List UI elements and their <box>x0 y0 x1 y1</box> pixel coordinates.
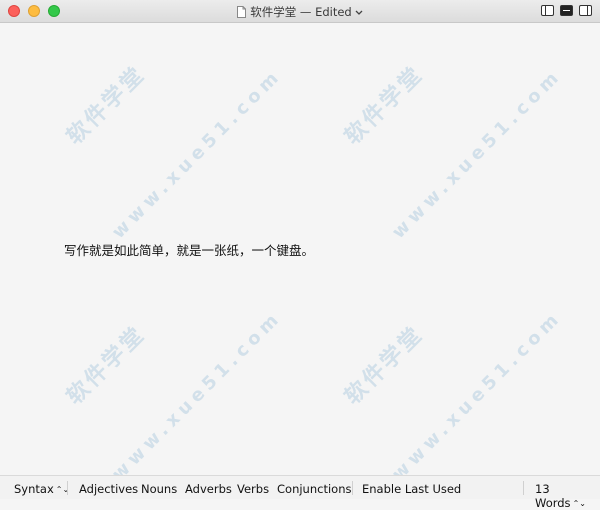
syntax-selector[interactable]: Syntax ⌃⌄ <box>14 482 69 496</box>
divider <box>352 481 353 495</box>
word-count-label: 13 Words <box>535 482 571 510</box>
syntax-label: Syntax <box>14 482 54 496</box>
divider <box>67 481 68 495</box>
chevron-down-icon[interactable] <box>355 10 363 16</box>
window-title-text: 软件学堂 — Edited <box>250 5 352 19</box>
word-count-selector[interactable]: 13 Words ⌃⌄ <box>535 482 600 510</box>
watermark-text: 软件学堂 <box>62 61 151 150</box>
document-icon <box>237 6 247 18</box>
enable-last-used-button[interactable]: Enable Last Used <box>362 482 461 496</box>
focus-mode-toggle-icon[interactable] <box>560 5 573 16</box>
divider <box>523 481 524 495</box>
watermark-text: 软件学堂 <box>340 321 429 410</box>
watermark-text: 软件学堂 <box>340 61 429 150</box>
conjunctions-button[interactable]: Conjunctions <box>277 482 351 496</box>
left-sidebar-toggle-icon[interactable] <box>541 5 554 16</box>
watermark-text: 软件学堂 <box>62 321 151 410</box>
adjectives-button[interactable]: Adjectives <box>79 482 138 496</box>
title-bar: 软件学堂 — Edited <box>0 0 600 23</box>
verbs-button[interactable]: Verbs <box>237 482 269 496</box>
window-title[interactable]: 软件学堂 — Edited <box>0 4 600 20</box>
right-sidebar-toggle-icon[interactable] <box>579 5 592 16</box>
adverbs-button[interactable]: Adverbs <box>185 482 232 496</box>
up-down-arrows-icon: ⌃⌄ <box>572 499 586 508</box>
nouns-button[interactable]: Nouns <box>141 482 177 496</box>
document-text[interactable]: 写作就是如此简单，就是一张纸，一个键盘。 <box>64 240 314 259</box>
status-bar: Syntax ⌃⌄ Adjectives Nouns Adverbs Verbs … <box>0 475 600 510</box>
